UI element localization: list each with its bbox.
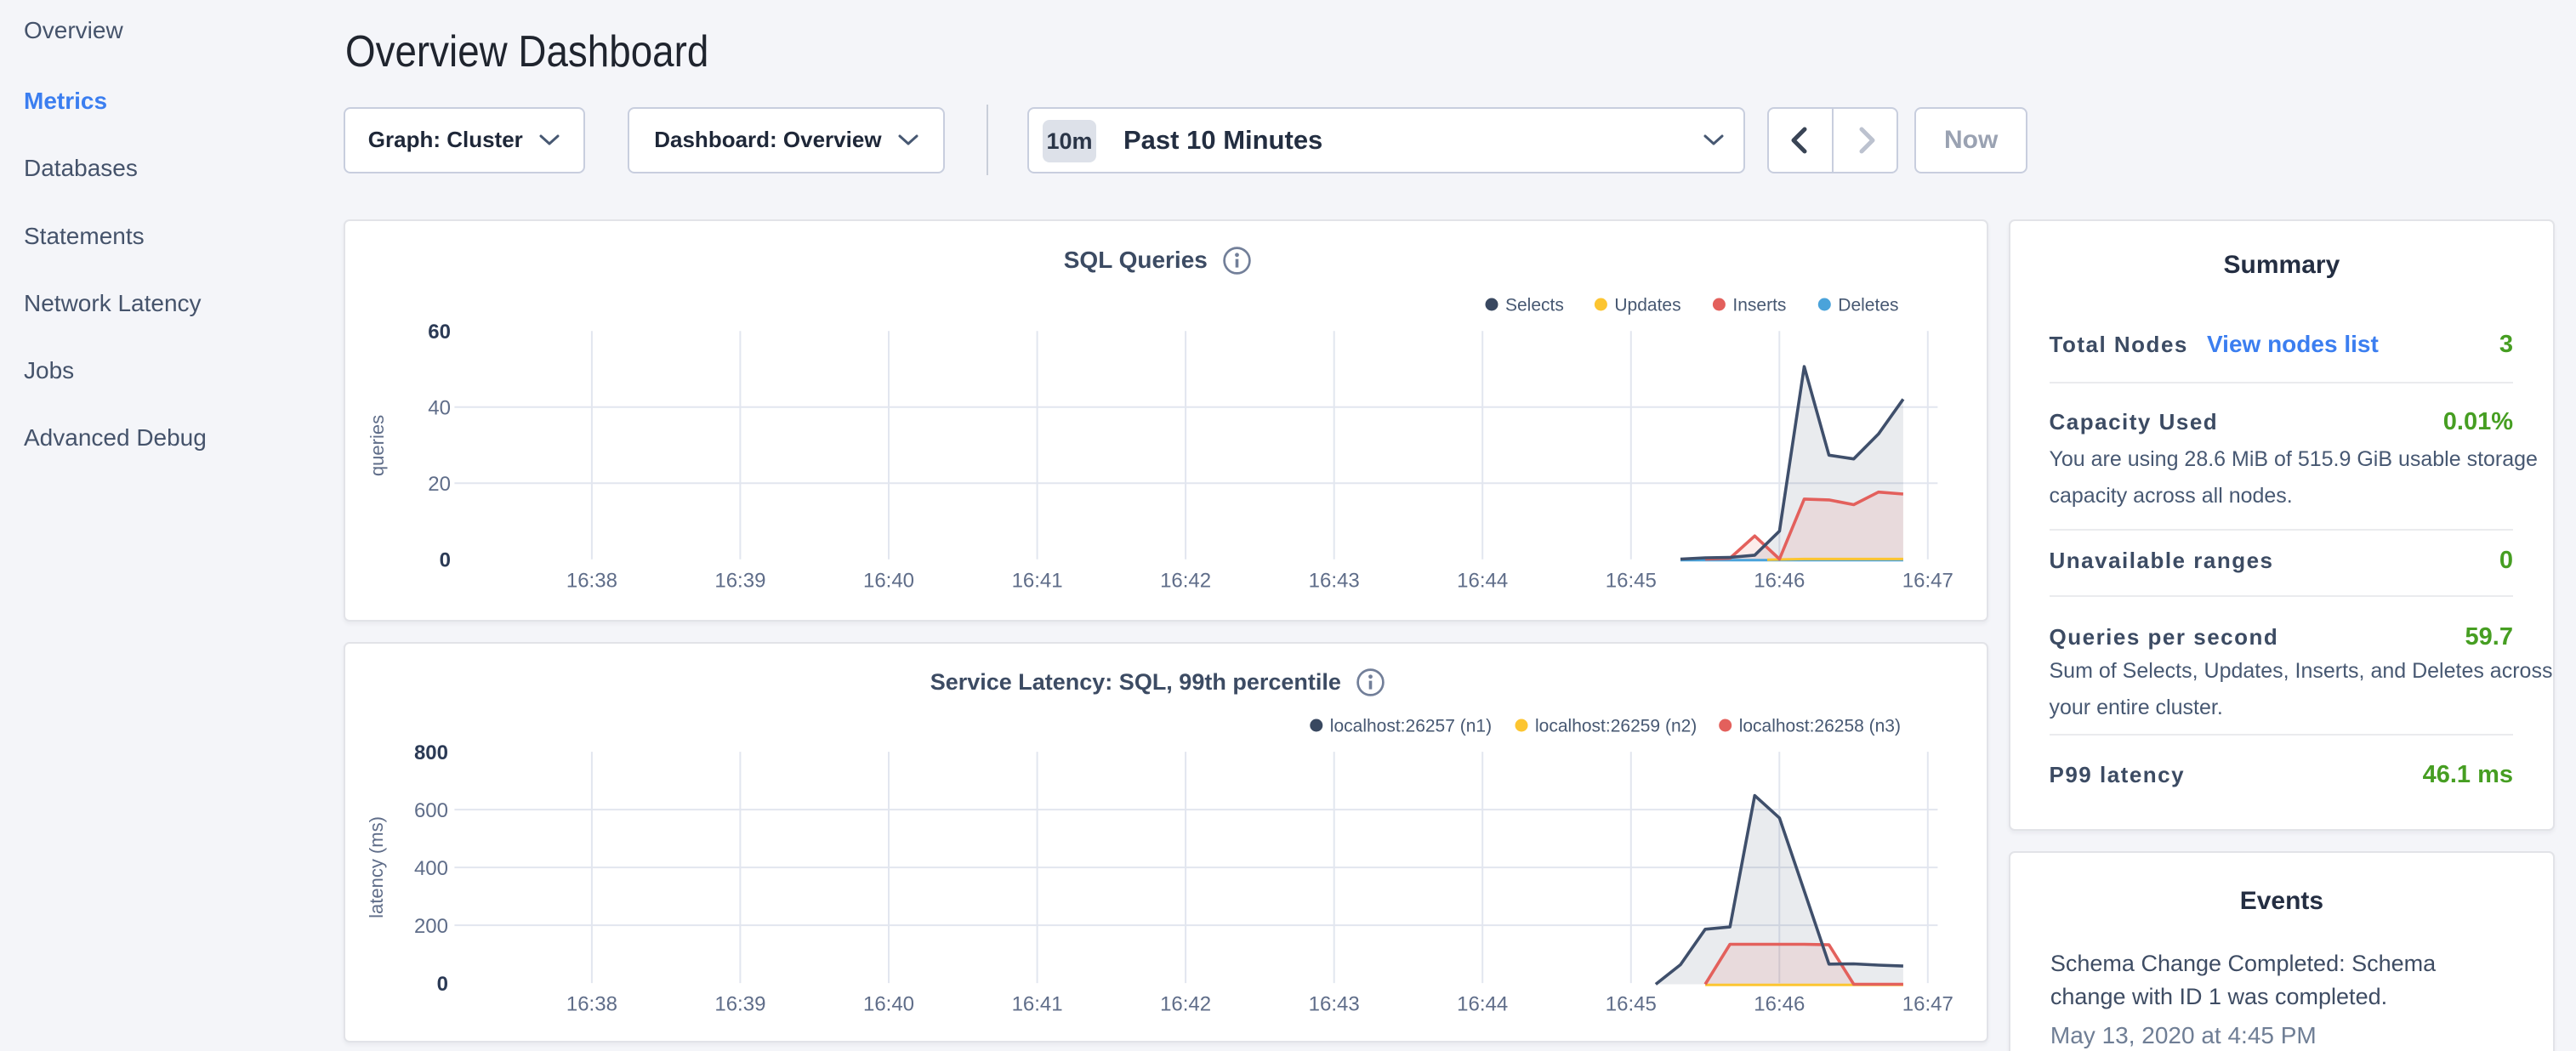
svg-text:0: 0 <box>439 548 450 571</box>
svg-text:Inserts: Inserts <box>1732 295 1786 315</box>
svg-text:60: 60 <box>428 321 451 344</box>
svg-text:16:45: 16:45 <box>1605 993 1656 1016</box>
svg-text:16:44: 16:44 <box>1457 569 1508 592</box>
svg-text:16:40: 16:40 <box>863 993 914 1016</box>
svg-text:16:44: 16:44 <box>1457 993 1508 1016</box>
svg-text:16:42: 16:42 <box>1160 993 1211 1016</box>
svg-text:16:41: 16:41 <box>1011 569 1062 592</box>
svg-text:200: 200 <box>414 915 448 938</box>
svg-text:Selects: Selects <box>1505 295 1564 315</box>
svg-text:0: 0 <box>436 973 447 996</box>
svg-text:16:47: 16:47 <box>1902 569 1953 592</box>
svg-text:400: 400 <box>414 857 448 880</box>
svg-text:16:47: 16:47 <box>1902 993 1953 1016</box>
svg-text:20: 20 <box>428 473 451 496</box>
svg-text:16:38: 16:38 <box>566 993 617 1016</box>
svg-text:localhost:26259 (n2): localhost:26259 (n2) <box>1535 717 1697 736</box>
svg-text:16:42: 16:42 <box>1160 569 1211 592</box>
svg-text:16:46: 16:46 <box>1754 993 1805 1016</box>
svg-text:16:40: 16:40 <box>863 569 914 592</box>
svg-text:localhost:26257 (n1): localhost:26257 (n1) <box>1329 717 1491 736</box>
svg-text:800: 800 <box>414 741 448 764</box>
svg-text:16:43: 16:43 <box>1308 993 1359 1016</box>
svg-text:16:39: 16:39 <box>714 993 765 1016</box>
svg-text:16:46: 16:46 <box>1754 569 1805 592</box>
svg-text:Updates: Updates <box>1614 295 1680 315</box>
svg-text:16:45: 16:45 <box>1605 569 1656 592</box>
svg-text:latency (ms): latency (ms) <box>366 816 387 918</box>
svg-text:16:39: 16:39 <box>714 569 765 592</box>
svg-text:40: 40 <box>428 396 451 419</box>
svg-text:Deletes: Deletes <box>1838 295 1898 315</box>
svg-text:16:43: 16:43 <box>1308 569 1359 592</box>
svg-text:600: 600 <box>414 799 448 822</box>
svg-text:16:38: 16:38 <box>566 569 617 592</box>
svg-text:localhost:26258 (n3): localhost:26258 (n3) <box>1738 717 1900 736</box>
svg-text:queries: queries <box>367 414 388 475</box>
svg-text:16:41: 16:41 <box>1011 993 1062 1016</box>
